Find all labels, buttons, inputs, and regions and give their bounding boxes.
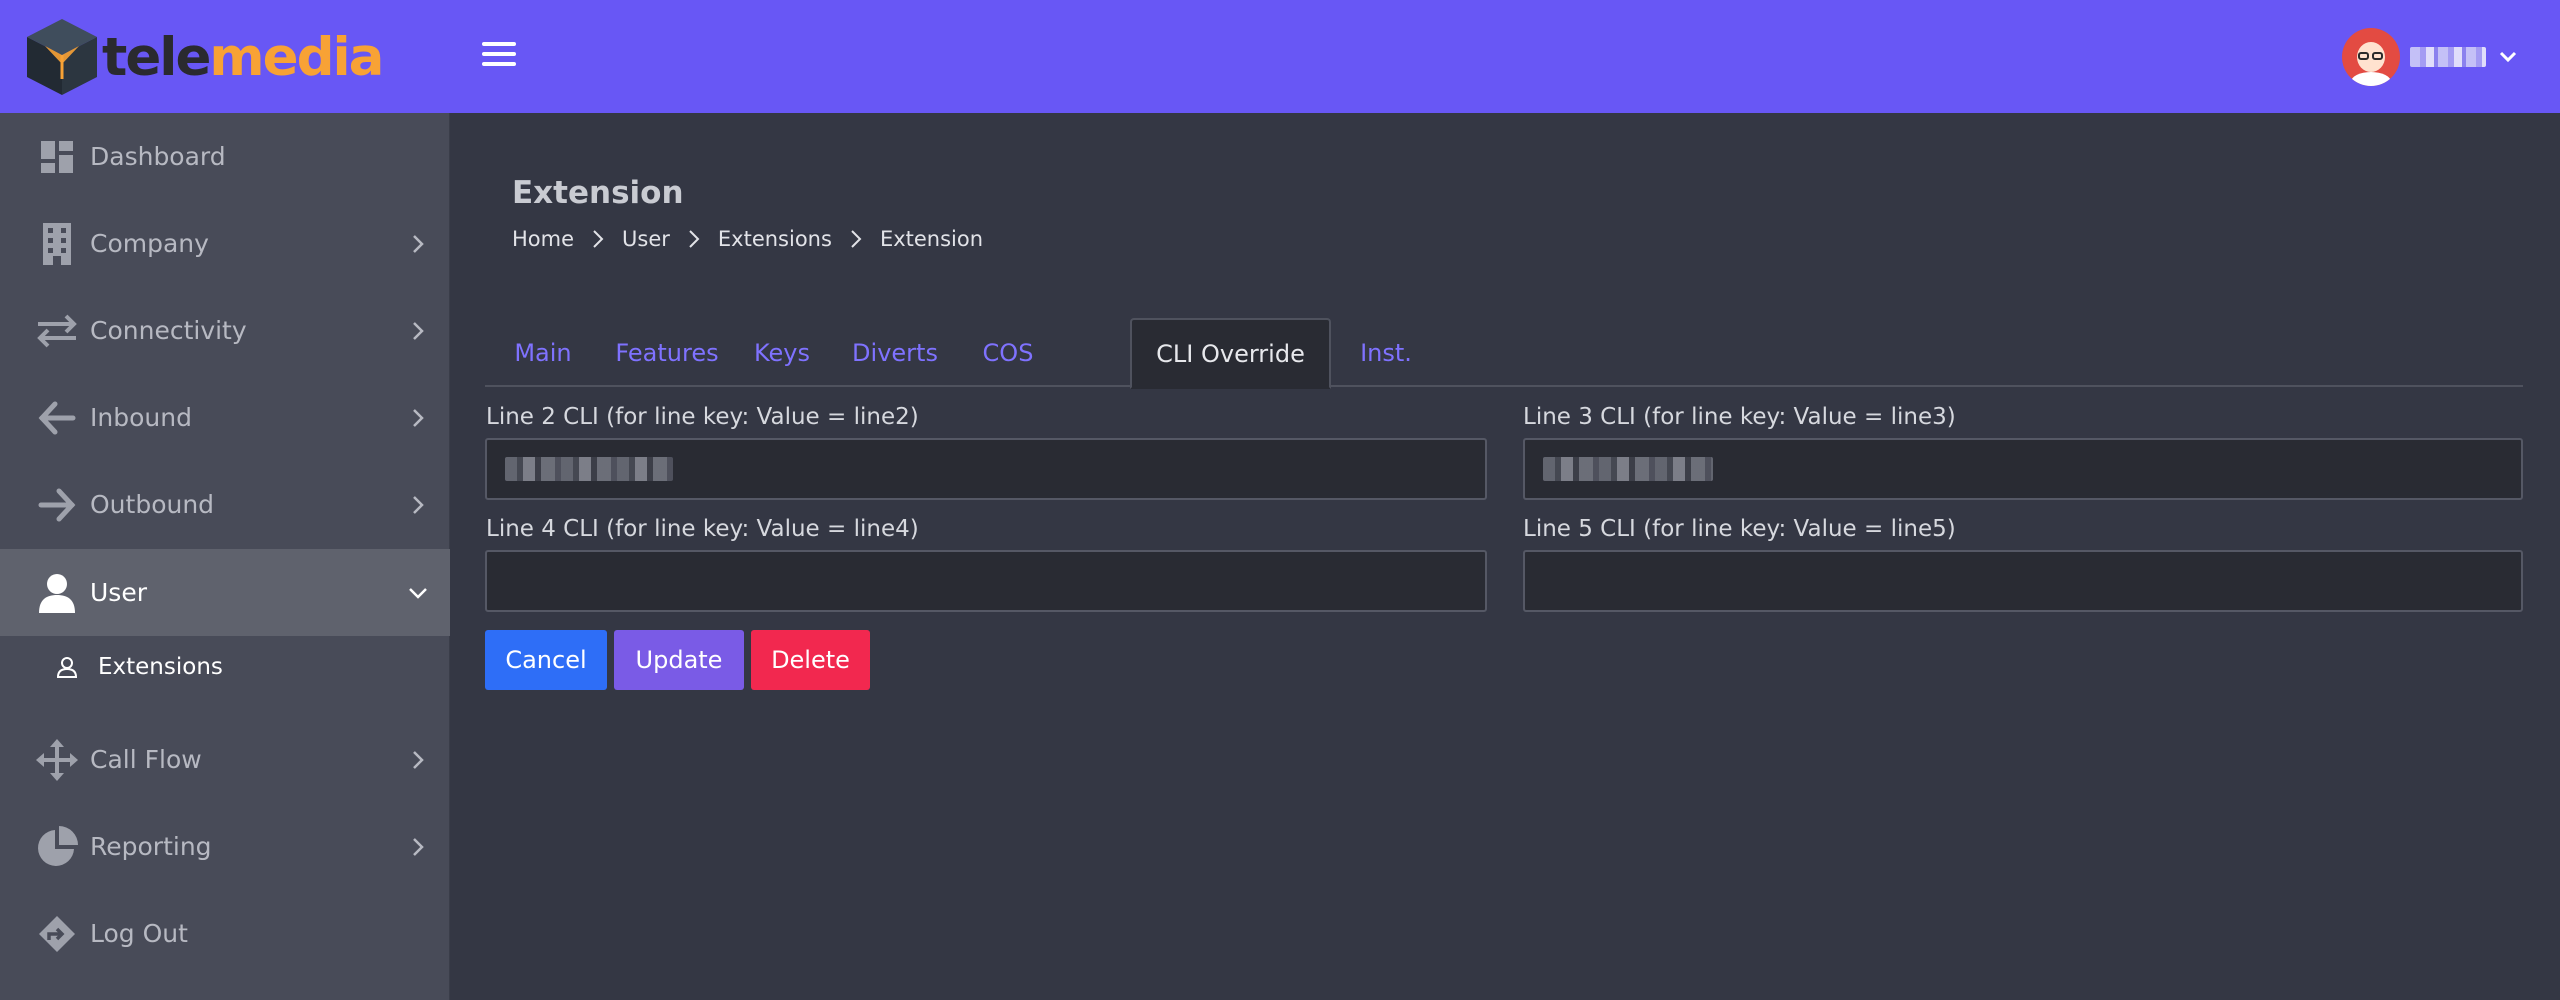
avatar-glasses-left: [2358, 52, 2369, 60]
line2-cli-label: Line 2 CLI (for line key: Value = line2): [486, 404, 919, 430]
move-arrows-icon: [36, 738, 78, 781]
menu-toggle-button[interactable]: [474, 34, 524, 74]
hamburger-line: [482, 62, 516, 66]
tab-bar: Main Features Keys Diverts COS CLI Overr…: [485, 318, 2523, 389]
user-icon: [36, 572, 78, 614]
chevron-right-icon: [406, 835, 430, 859]
brand-logo[interactable]: telemedia: [24, 16, 384, 98]
top-bar: telemedia: [0, 0, 2560, 113]
chevron-right-icon: [406, 319, 430, 343]
tab-cli-override[interactable]: CLI Override: [1130, 318, 1331, 389]
update-button[interactable]: Update: [614, 630, 744, 690]
dashboard-icon: [36, 136, 78, 178]
chevron-right-icon: [406, 748, 430, 772]
tab-keys[interactable]: Keys: [733, 318, 831, 387]
sidebar-item-label: User: [90, 578, 147, 607]
arrow-left-icon: [36, 397, 78, 439]
sidebar-item-log-out[interactable]: Log Out: [0, 890, 450, 977]
sidebar-item-outbound[interactable]: Outbound: [0, 461, 450, 548]
sidebar-item-label: Reporting: [90, 832, 212, 861]
line2-cli-input[interactable]: [485, 438, 1487, 500]
cube-logo-icon: [27, 19, 97, 95]
delete-button[interactable]: Delete: [751, 630, 870, 690]
sidebar-item-label: Company: [90, 229, 209, 258]
sidebar-item-inbound[interactable]: Inbound: [0, 374, 450, 461]
chevron-down-icon: [2496, 45, 2520, 69]
hamburger-line: [482, 42, 516, 46]
chevron-right-icon: [844, 227, 868, 251]
tab-cos[interactable]: COS: [959, 318, 1057, 387]
brand-name-part1: tele: [102, 26, 211, 88]
chevron-right-icon: [682, 227, 706, 251]
sidebar-item-dashboard[interactable]: Dashboard: [0, 113, 450, 200]
sidebar-item-label: Dashboard: [90, 142, 226, 171]
sidebar-item-call-flow[interactable]: Call Flow: [0, 716, 450, 803]
arrows-exchange-icon: [36, 310, 78, 352]
page-title: Extension: [512, 175, 684, 211]
brand-name: telemedia: [102, 31, 384, 84]
building-icon: [36, 222, 78, 265]
avatar-body: [2351, 72, 2391, 86]
user-menu[interactable]: [2342, 28, 2520, 86]
tab-features[interactable]: Features: [601, 318, 733, 387]
breadcrumb-home[interactable]: Home: [512, 227, 574, 251]
pie-chart-icon: [36, 825, 78, 868]
user-outline-icon: [54, 654, 80, 680]
sidebar-subitem-extensions[interactable]: Extensions: [0, 636, 450, 698]
sidebar-item-user[interactable]: User: [0, 549, 450, 636]
chevron-right-icon: [586, 227, 610, 251]
sidebar: Dashboard Company Connectivity Inbound O…: [0, 113, 450, 1000]
tab-main[interactable]: Main: [485, 318, 601, 387]
sidebar-item-label: Call Flow: [90, 745, 202, 774]
avatar: [2342, 28, 2400, 86]
tab-diverts[interactable]: Diverts: [831, 318, 959, 387]
tab-inst[interactable]: Inst.: [1331, 318, 1441, 387]
line3-cli-label: Line 3 CLI (for line key: Value = line3): [1523, 404, 1956, 430]
sidebar-item-connectivity[interactable]: Connectivity: [0, 287, 450, 374]
chevron-down-icon: [406, 581, 430, 605]
line3-cli-input[interactable]: [1523, 438, 2523, 500]
hamburger-line: [482, 52, 516, 56]
line4-cli-label: Line 4 CLI (for line key: Value = line4): [486, 516, 919, 542]
chevron-right-icon: [406, 493, 430, 517]
sidebar-item-company[interactable]: Company: [0, 200, 450, 287]
line5-cli-label: Line 5 CLI (for line key: Value = line5): [1523, 516, 1956, 542]
sidebar-item-label: Connectivity: [90, 316, 247, 345]
breadcrumb-current: Extension: [879, 227, 984, 251]
cancel-button[interactable]: Cancel: [485, 630, 607, 690]
breadcrumb-extensions[interactable]: Extensions: [718, 227, 832, 251]
sidebar-item-label: Log Out: [90, 919, 188, 948]
avatar-glasses-right: [2372, 52, 2383, 60]
user-name-redacted: [2410, 47, 2486, 67]
sidebar-subitem-label: Extensions: [98, 654, 223, 680]
brand-name-part2: media: [209, 26, 384, 88]
sidebar-item-label: Inbound: [90, 403, 192, 432]
breadcrumb-user[interactable]: User: [622, 227, 670, 251]
arrow-right-icon: [36, 484, 78, 526]
chevron-right-icon: [406, 406, 430, 430]
chevron-right-icon: [406, 232, 430, 256]
breadcrumb: Home User Extensions Extension: [512, 224, 983, 254]
line4-cli-input[interactable]: [485, 550, 1487, 612]
sidebar-item-label: Outbound: [90, 490, 215, 519]
sidebar-item-reporting[interactable]: Reporting: [0, 803, 450, 890]
line5-cli-input[interactable]: [1523, 550, 2523, 612]
sign-out-icon: [36, 913, 78, 955]
